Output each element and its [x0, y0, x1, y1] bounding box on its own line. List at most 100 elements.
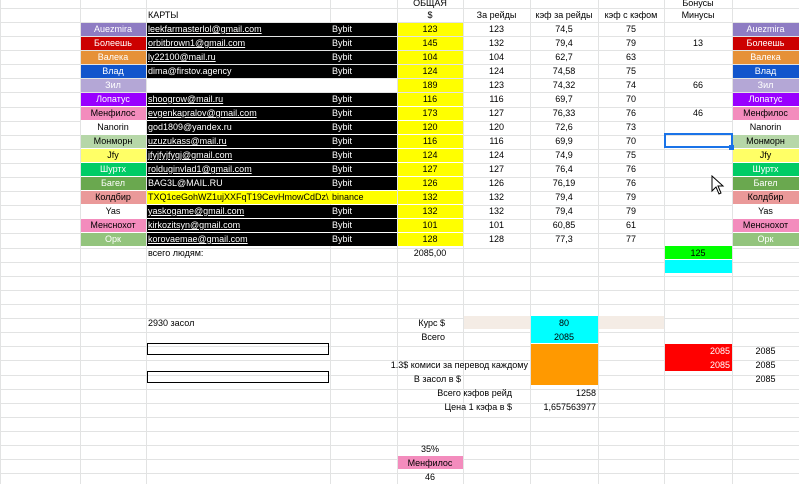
kf-total-value[interactable]: 1258 [530, 386, 598, 400]
pink-name[interactable]: Менфилос [397, 456, 463, 470]
row-email[interactable]: orbitbrown1@gmail.com [146, 36, 330, 50]
row-email[interactable]: uzuzukass@mail.ru [146, 134, 330, 148]
row-kfk[interactable]: 76 [598, 106, 664, 120]
percent-value[interactable]: 35% [397, 442, 463, 456]
row-side-name[interactable]: Менфилос [732, 106, 799, 120]
row-side-name[interactable]: Yas [732, 204, 799, 218]
row-kfk[interactable]: 77 [598, 232, 664, 246]
row-total[interactable]: 123 [397, 22, 463, 36]
row-total[interactable]: 116 [397, 134, 463, 148]
to-zasol-label[interactable]: В засол в $ [330, 372, 463, 386]
row-bonus[interactable] [664, 120, 732, 134]
row-email[interactable] [146, 78, 330, 92]
row-total[interactable]: 124 [397, 148, 463, 162]
row-kfk[interactable]: 75 [598, 64, 664, 78]
row-exchange[interactable]: Bybit [330, 176, 397, 190]
row-exchange[interactable]: Bybit [330, 64, 397, 78]
row-side-name[interactable]: Багел [732, 176, 799, 190]
row-kf[interactable]: 69,9 [530, 134, 598, 148]
row-kf[interactable]: 74,32 [530, 78, 598, 92]
row-bonus[interactable] [664, 204, 732, 218]
row-bonus[interactable]: 46 [664, 106, 732, 120]
right-value-1[interactable]: 2085 [732, 344, 799, 358]
header-per-raid[interactable]: За рейды [463, 8, 530, 22]
row-kf[interactable]: 79,4 [530, 204, 598, 218]
row-bonus[interactable] [664, 64, 732, 78]
row-kfk[interactable]: 79 [598, 190, 664, 204]
rate-value[interactable]: 80 [530, 316, 598, 330]
row-name[interactable]: Лопатус [80, 92, 146, 106]
row-exchange[interactable] [330, 78, 397, 92]
row-raids[interactable]: 126 [463, 176, 530, 190]
red-value-1[interactable]: 2085 [664, 344, 732, 358]
row-email[interactable]: TXQ1ceGohWZ1ujXXFqT19CevHmowCdDz\ [146, 190, 330, 204]
row-kfk[interactable]: 70 [598, 134, 664, 148]
pink-value[interactable]: 46 [397, 470, 463, 484]
row-name[interactable]: Валека [80, 50, 146, 64]
row-bonus[interactable] [664, 22, 732, 36]
row-total[interactable]: 128 [397, 232, 463, 246]
row-name[interactable]: Багел [80, 176, 146, 190]
row-kf[interactable]: 76,33 [530, 106, 598, 120]
row-side-name[interactable]: Шуртх [732, 162, 799, 176]
row-kfk[interactable]: 74 [598, 78, 664, 92]
row-name[interactable]: Колдбир [80, 190, 146, 204]
row-kfk[interactable]: 75 [598, 148, 664, 162]
row-kfk[interactable]: 63 [598, 50, 664, 64]
row-raids[interactable]: 116 [463, 92, 530, 106]
row-total[interactable]: 126 [397, 176, 463, 190]
row-name[interactable]: Болеешь [80, 36, 146, 50]
row-kf[interactable]: 79,4 [530, 190, 598, 204]
row-kf[interactable]: 79,4 [530, 36, 598, 50]
commission-label[interactable]: 1.3$ комиси за перевод каждому [330, 358, 530, 372]
row-email[interactable]: leekfarmasterlol@gmail.com [146, 22, 330, 36]
row-raids[interactable]: 132 [463, 204, 530, 218]
header-minus[interactable]: Минусы [664, 8, 732, 22]
row-email[interactable]: BAG3L@MAIL.RU [146, 176, 330, 190]
row-side-name[interactable]: Орк [732, 232, 799, 246]
row-total[interactable]: 145 [397, 36, 463, 50]
row-kf[interactable]: 62,7 [530, 50, 598, 64]
row-raids[interactable]: 101 [463, 218, 530, 232]
header-kf-with-kf[interactable]: кэф с кэфом [598, 8, 664, 22]
row-kf[interactable]: 74,58 [530, 64, 598, 78]
row-kf[interactable]: 74,9 [530, 148, 598, 162]
row-side-name[interactable]: Менснохот [732, 218, 799, 232]
row-exchange[interactable]: Bybit [330, 36, 397, 50]
row-bonus[interactable] [664, 148, 732, 162]
row-kf[interactable]: 60,85 [530, 218, 598, 232]
row-name[interactable]: Шуртх [80, 162, 146, 176]
fill-handle[interactable] [729, 145, 734, 150]
row-total[interactable]: 104 [397, 50, 463, 64]
row-raids[interactable]: 127 [463, 106, 530, 120]
selected-cell[interactable] [664, 133, 733, 148]
kf-price-value[interactable]: 1,657563977 [530, 400, 598, 414]
row-kfk[interactable]: 75 [598, 22, 664, 36]
row-kfk[interactable]: 73 [598, 120, 664, 134]
row-kfk[interactable]: 70 [598, 92, 664, 106]
row-side-name[interactable]: Болеешь [732, 36, 799, 50]
row-raids[interactable]: 128 [463, 232, 530, 246]
row-kfk[interactable]: 79 [598, 36, 664, 50]
total-label[interactable]: Всего [330, 330, 463, 344]
red-value-2[interactable]: 2085 [664, 358, 732, 372]
zasol-label[interactable]: 2930 засол [146, 316, 330, 330]
row-email[interactable]: ly22100@mail.ru [146, 50, 330, 64]
header-total-unit[interactable]: $ [397, 8, 463, 22]
row-kf[interactable]: 76,19 [530, 176, 598, 190]
row-raids[interactable]: 104 [463, 50, 530, 64]
row-email[interactable]: rolduginvlad1@gmail.com [146, 162, 330, 176]
row-exchange[interactable]: Bybit [330, 106, 397, 120]
row-exchange[interactable]: binance [330, 190, 397, 204]
row-side-name[interactable]: Зил [732, 78, 799, 92]
row-bonus[interactable] [664, 50, 732, 64]
row-exchange[interactable]: Bybit [330, 204, 397, 218]
rate-label[interactable]: Курс $ [330, 316, 463, 330]
row-name[interactable]: Nanorin [80, 120, 146, 134]
row-raids[interactable]: 124 [463, 64, 530, 78]
row-bonus[interactable] [664, 232, 732, 246]
row-exchange[interactable]: Bybit [330, 120, 397, 134]
row-email[interactable]: shoogrow@mail.ru [146, 92, 330, 106]
row-exchange[interactable]: Bybit [330, 92, 397, 106]
row-name[interactable]: Орк [80, 232, 146, 246]
